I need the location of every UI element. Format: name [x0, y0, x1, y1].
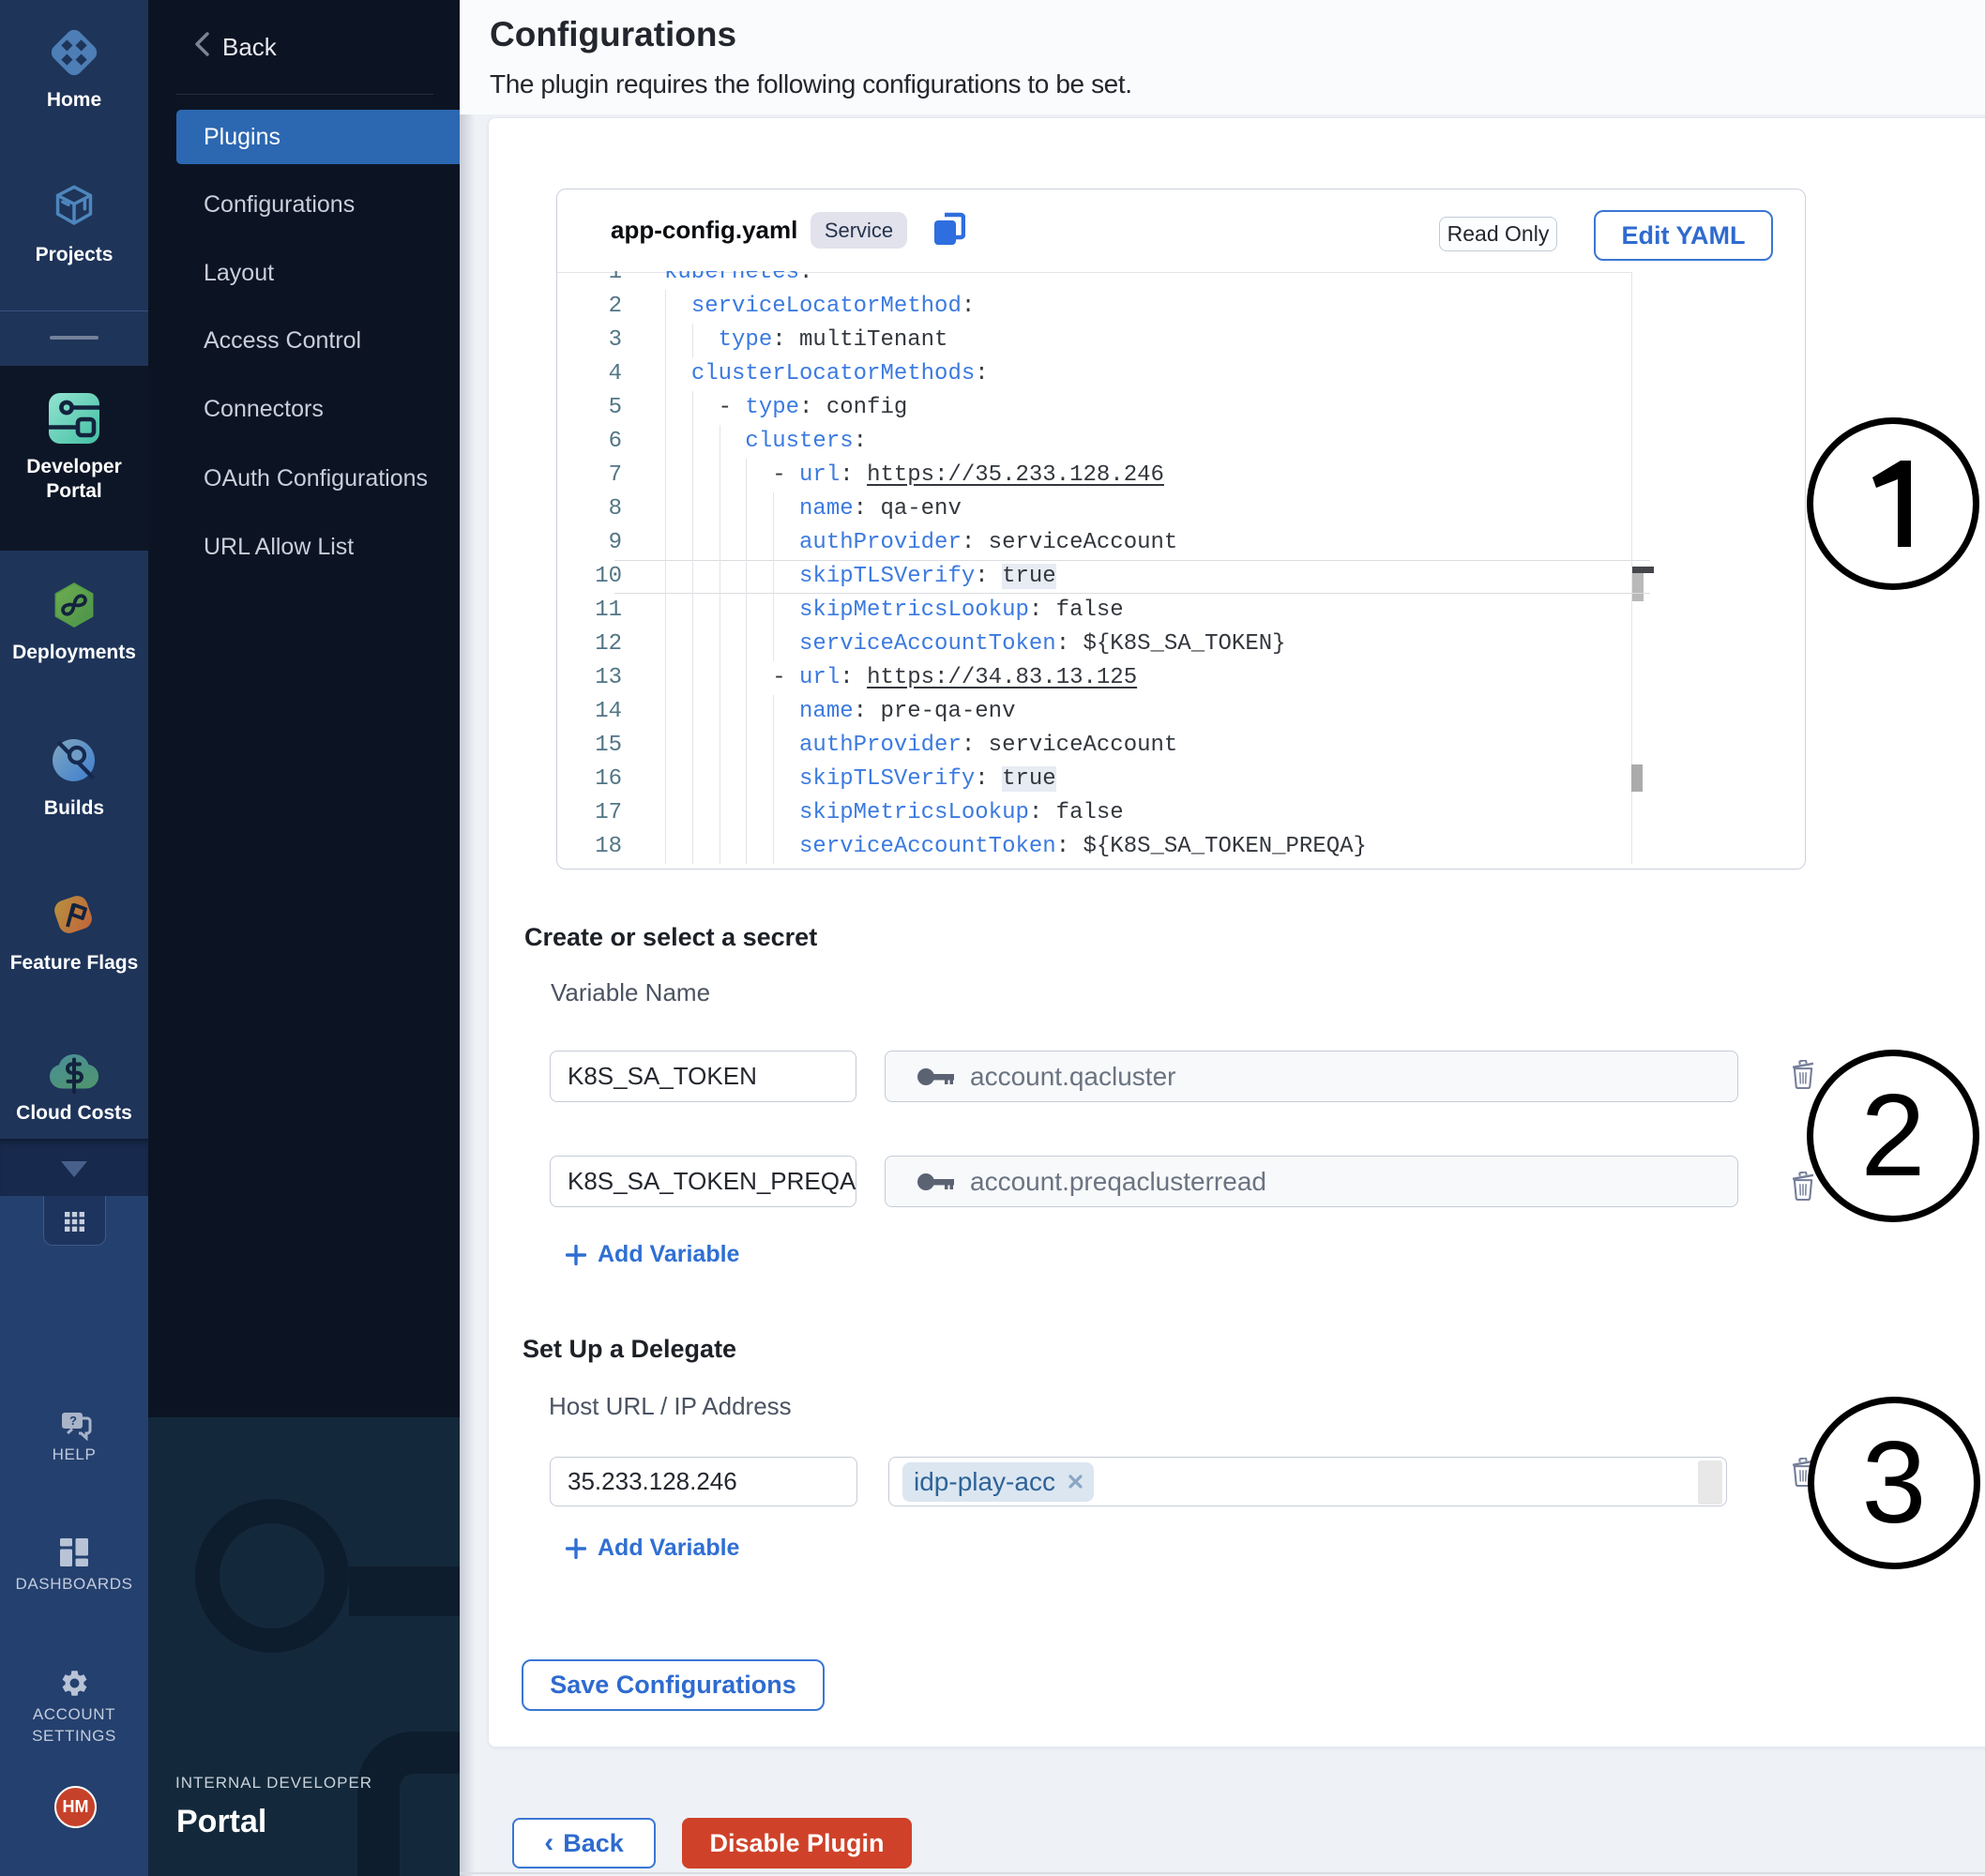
svg-text:?: ?: [69, 1414, 77, 1428]
